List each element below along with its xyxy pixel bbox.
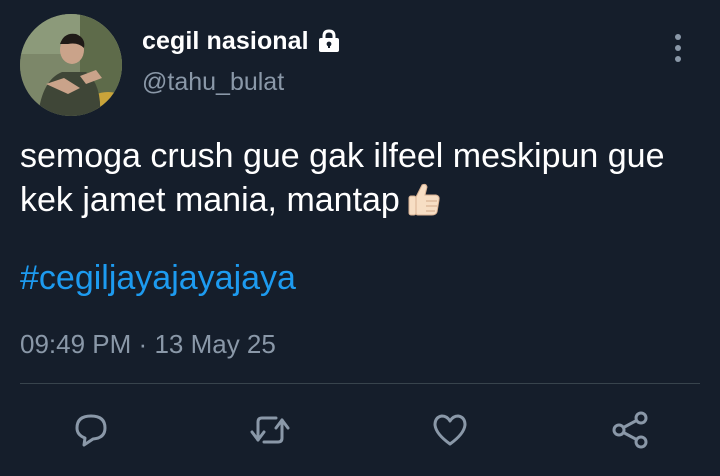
avatar-photo — [20, 14, 122, 116]
tweet-text: semoga crush gue gak ilfeel meskipun gue… — [20, 134, 710, 228]
divider — [20, 383, 700, 384]
timestamp: 09:49 PM · 13 May 25 — [20, 329, 276, 360]
reply-button[interactable] — [69, 410, 113, 454]
share-button[interactable] — [608, 410, 652, 454]
avatar[interactable] — [20, 14, 122, 116]
retweet-button[interactable] — [248, 410, 292, 454]
heart-icon — [430, 410, 470, 455]
lock-icon — [316, 28, 342, 54]
share-icon — [610, 410, 650, 455]
tweet-date: 13 May 25 — [154, 329, 276, 359]
retweet-icon — [248, 410, 292, 455]
thumbs-up-emoji — [406, 181, 442, 228]
username[interactable]: @tahu_bulat — [142, 68, 284, 97]
hashtag-link[interactable]: #cegiljayajayajaya — [20, 256, 296, 300]
tweet-text-content: semoga crush gue gak ilfeel meskipun gue… — [20, 137, 665, 219]
like-button[interactable] — [428, 410, 472, 454]
timestamp-separator: · — [138, 329, 148, 359]
display-name[interactable]: cegil nasional — [142, 27, 309, 56]
tweet-card: cegil nasional @tahu_bulat semoga crush … — [0, 0, 720, 476]
tweet-time: 09:49 PM — [20, 329, 132, 359]
reply-icon — [71, 410, 111, 455]
more-options-icon[interactable] — [664, 30, 692, 66]
display-name-row: cegil nasional — [142, 24, 342, 58]
